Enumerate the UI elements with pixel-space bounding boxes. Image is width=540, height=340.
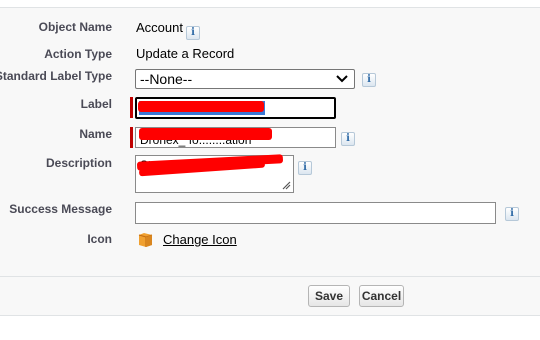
button-bar: Save Cancel [0,276,540,316]
save-button[interactable]: Save [308,285,350,307]
resize-handle-icon[interactable] [282,181,291,190]
puzzle-piece-icon [138,233,153,247]
info-icon[interactable]: i [362,73,376,87]
standard-label-type-label: Standard Label Type [0,69,112,83]
description-label: Description [45,156,112,170]
change-icon-link[interactable]: Change Icon [163,232,237,247]
redaction-mark [138,101,264,112]
action-type-label: Action Type [44,47,112,61]
info-icon[interactable]: i [186,26,200,40]
standard-label-type-select[interactable]: --None-- [135,69,355,89]
cancel-button[interactable]: Cancel [359,285,404,307]
icon-label: Icon [87,232,112,246]
info-icon[interactable]: i [341,132,355,146]
object-name-label: Object Name [38,20,112,34]
action-type-value: Update a Record [136,46,235,61]
redaction-mark [139,128,272,140]
object-name-value: Account [136,20,183,35]
required-indicator [130,127,133,148]
name-label: Name [79,127,112,141]
chevron-down-icon [336,75,348,83]
success-message-label: Success Message [9,202,112,216]
info-icon[interactable]: i [505,207,519,221]
label-label: Label [80,97,112,111]
info-icon[interactable]: i [298,161,312,175]
required-indicator [130,97,133,118]
standard-label-type-selected: --None-- [140,71,193,87]
success-message-input[interactable] [135,202,496,224]
